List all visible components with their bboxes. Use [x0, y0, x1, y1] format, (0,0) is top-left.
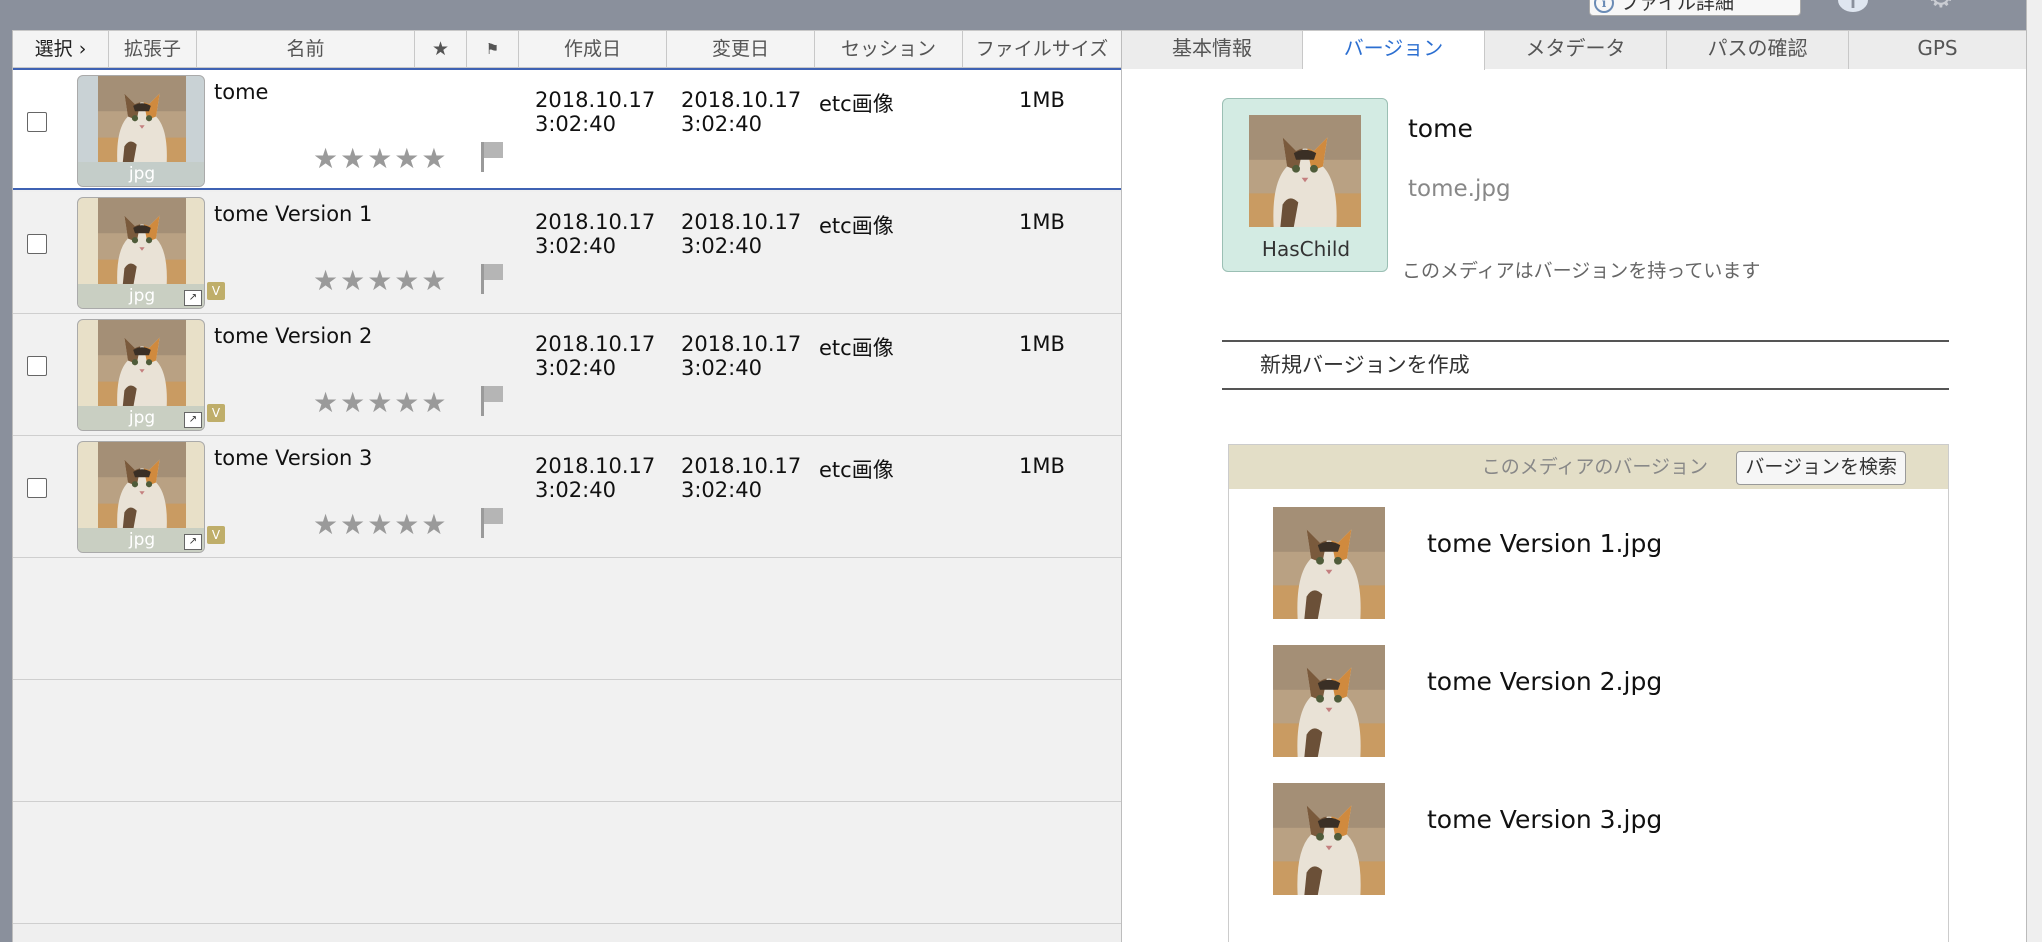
session: etc画像 — [819, 92, 894, 116]
row-checkbox[interactable] — [27, 234, 47, 254]
detail-tabs: 基本情報 バージョン メタデータ パスの確認 GPS — [1122, 30, 2027, 70]
info-icon: i — [1594, 0, 1614, 13]
tab-version[interactable]: バージョン — [1303, 31, 1485, 70]
cat-image — [98, 76, 186, 164]
top-toolbar: i ファイル詳細 i ⚙ — [0, 0, 2042, 30]
row-checkbox[interactable] — [27, 478, 47, 498]
media-filename: tome.jpg — [1408, 176, 1511, 202]
tab-basic-info[interactable]: 基本情報 — [1122, 31, 1303, 69]
version-item[interactable]: tome Version 2.jpg — [1273, 645, 1873, 757]
file-name: tome Version 3 — [214, 446, 373, 470]
version-link-icon: ↗ — [184, 412, 202, 428]
file-detail-button[interactable]: i ファイル詳細 — [1589, 0, 1801, 16]
version-item[interactable]: tome Version 3.jpg — [1273, 783, 1873, 895]
modified-date: 2018.10.17 3:02:40 — [681, 210, 802, 258]
header-modified[interactable]: 変更日 — [667, 31, 815, 69]
modified-date: 2018.10.17 3:02:40 — [681, 88, 802, 136]
file-thumbnail[interactable]: jpg ↗ — [77, 319, 205, 431]
session: etc画像 — [819, 336, 894, 360]
header-session[interactable]: セッション — [815, 31, 963, 69]
file-name: tome Version 2 — [214, 324, 373, 348]
session: etc画像 — [819, 458, 894, 482]
table-row[interactable]: jpg ↗ V tome Version 2 ★★★★★ 2018.10.17 3… — [13, 314, 1122, 436]
version-name: tome Version 2.jpg — [1427, 667, 1663, 696]
version-badge: V — [207, 404, 225, 422]
flag-icon[interactable] — [479, 262, 505, 294]
ext-label: jpg — [78, 162, 204, 186]
header-created[interactable]: 作成日 — [519, 31, 667, 69]
file-thumbnail[interactable]: jpg — [77, 75, 205, 187]
rating-stars[interactable]: ★★★★★ — [313, 142, 449, 175]
cat-image — [1273, 783, 1385, 895]
rating-stars[interactable]: ★★★★★ — [313, 508, 449, 541]
header-star[interactable]: ★ — [415, 31, 467, 69]
table-row[interactable]: jpg ↗ V tome Version 3 ★★★★★ 2018.10.17 3… — [13, 436, 1122, 558]
modified-date: 2018.10.17 3:02:40 — [681, 332, 802, 380]
table-row[interactable]: jpg ↗ V tome Version 1 ★★★★★ 2018.10.17 3… — [13, 192, 1122, 314]
empty-row — [13, 802, 1122, 924]
table-row[interactable]: jpg tome ★★★★★ 2018.10.17 3:02:40 2018.10… — [13, 68, 1122, 190]
cat-image — [1249, 115, 1361, 227]
cat-image — [1273, 507, 1385, 619]
header-select[interactable]: 選択 › — [13, 31, 109, 69]
version-name: tome Version 3.jpg — [1427, 805, 1663, 834]
cat-image — [98, 442, 186, 530]
versions-header: このメディアのバージョン バージョンを検索 — [1229, 445, 1948, 489]
version-badge: V — [207, 282, 225, 300]
file-size: 1MB — [1019, 210, 1065, 234]
info-circle-icon[interactable]: i — [1838, 0, 1868, 12]
file-name: tome Version 1 — [214, 202, 373, 226]
tab-metadata[interactable]: メタデータ — [1485, 31, 1667, 69]
file-size: 1MB — [1019, 454, 1065, 478]
versions-box: このメディアのバージョン バージョンを検索 tome Version 1.jpg… — [1228, 444, 1949, 942]
file-thumbnail[interactable]: jpg ↗ — [77, 197, 205, 309]
version-item[interactable]: tome Version 1.jpg — [1273, 507, 1873, 619]
version-note: このメディアはバージョンを持っています — [1402, 260, 1761, 282]
version-badge: V — [207, 526, 225, 544]
file-detail-label: ファイル詳細 — [1620, 0, 1735, 14]
has-child-label: HasChild — [1261, 237, 1351, 261]
header-filesize[interactable]: ファイルサイズ — [963, 31, 1122, 69]
tab-gps[interactable]: GPS — [1849, 31, 2027, 69]
cat-image — [1273, 645, 1385, 757]
empty-row — [13, 558, 1122, 680]
versions-caption: このメディアのバージョン — [1481, 456, 1708, 478]
session: etc画像 — [819, 214, 894, 238]
search-versions-button[interactable]: バージョンを検索 — [1736, 451, 1906, 485]
rating-stars[interactable]: ★★★★★ — [313, 264, 449, 297]
row-checkbox[interactable] — [27, 112, 47, 132]
gear-icon[interactable]: ⚙ — [1926, 0, 1956, 13]
file-size: 1MB — [1019, 88, 1065, 112]
window-edge — [2026, 0, 2042, 942]
file-list-panel: 選択 › 拡張子 名前 ★ ⚑ 作成日 変更日 セッション ファイルサイズ jp… — [12, 30, 1122, 942]
created-date: 2018.10.17 3:02:40 — [535, 454, 656, 502]
detail-panel: 基本情報 バージョン メタデータ パスの確認 GPS HasChild tome… — [1121, 30, 2027, 942]
header-flag[interactable]: ⚑ — [467, 31, 519, 69]
create-version-button[interactable]: 新規バージョンを作成 — [1222, 340, 1949, 390]
cat-image — [98, 320, 186, 408]
file-thumbnail[interactable]: jpg ↗ — [77, 441, 205, 553]
file-size: 1MB — [1019, 332, 1065, 356]
flag-icon[interactable] — [479, 140, 505, 172]
media-title: tome — [1408, 114, 1473, 143]
created-date: 2018.10.17 3:02:40 — [535, 210, 656, 258]
version-name: tome Version 1.jpg — [1427, 529, 1663, 558]
created-date: 2018.10.17 3:02:40 — [535, 332, 656, 380]
version-link-icon: ↗ — [184, 534, 202, 550]
header-name[interactable]: 名前 — [197, 31, 415, 69]
cat-image — [98, 198, 186, 286]
tab-path-check[interactable]: パスの確認 — [1667, 31, 1849, 69]
list-header: 選択 › 拡張子 名前 ★ ⚑ 作成日 変更日 セッション ファイルサイズ — [13, 30, 1122, 69]
empty-row — [13, 680, 1122, 802]
flag-icon[interactable] — [479, 384, 505, 416]
flag-icon[interactable] — [479, 506, 505, 538]
created-date: 2018.10.17 3:02:40 — [535, 88, 656, 136]
file-name: tome — [214, 80, 269, 104]
header-ext[interactable]: 拡張子 — [109, 31, 197, 69]
modified-date: 2018.10.17 3:02:40 — [681, 454, 802, 502]
media-card[interactable]: HasChild — [1222, 98, 1388, 272]
rating-stars[interactable]: ★★★★★ — [313, 386, 449, 419]
row-checkbox[interactable] — [27, 356, 47, 376]
version-link-icon: ↗ — [184, 290, 202, 306]
